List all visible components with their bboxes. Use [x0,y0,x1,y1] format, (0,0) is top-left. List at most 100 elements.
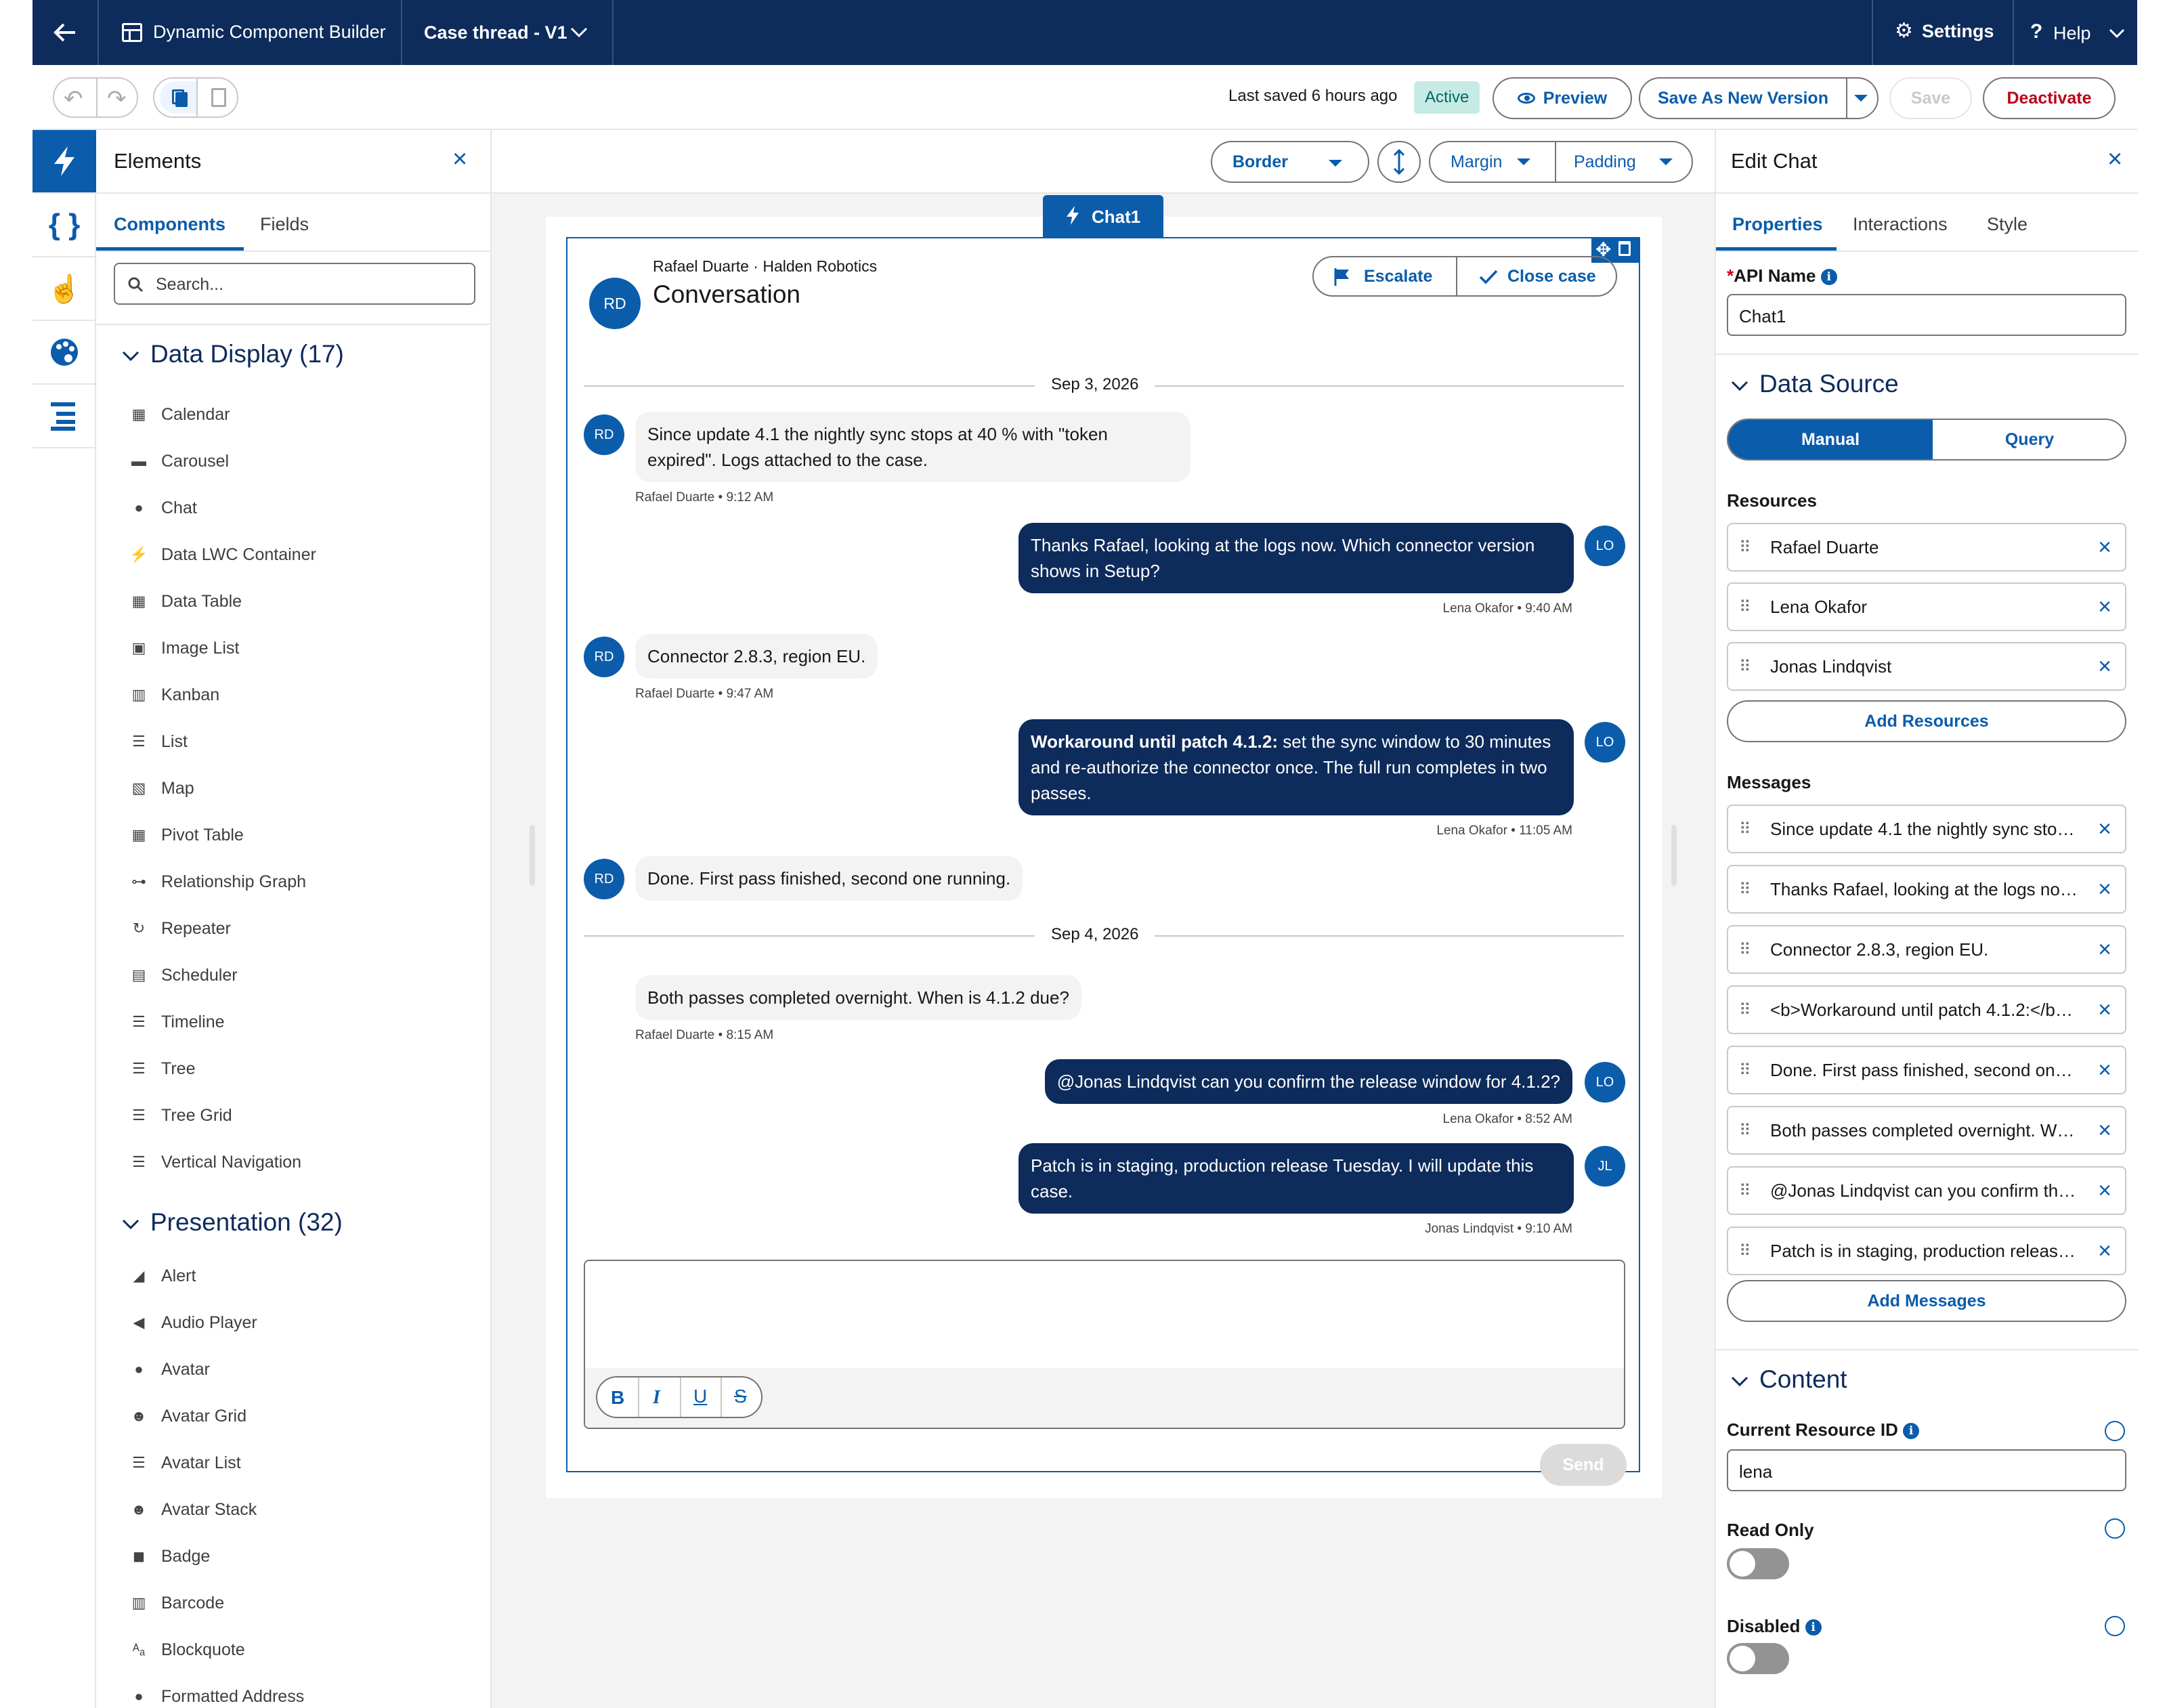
spacing-toggle[interactable] [1377,141,1421,183]
section-presentation[interactable]: Presentation (32) [96,1203,490,1243]
drag-handle-icon[interactable]: ⠿ [1739,880,1751,899]
remove-icon[interactable]: × [2098,987,2111,1033]
remove-icon[interactable]: × [2098,806,2111,852]
close-icon[interactable]: × [2107,145,2122,174]
component-item[interactable]: Audio Player [161,1309,257,1336]
back-button[interactable] [33,0,98,65]
paste-icon[interactable] [211,88,226,107]
remove-icon[interactable]: × [2098,1047,2111,1093]
rail-interactions[interactable]: ☝ [33,257,96,321]
component-item[interactable]: Tree [161,1055,195,1082]
drag-handle-icon[interactable]: ⠿ [1739,1241,1751,1261]
escalate-button[interactable]: Escalate [1314,257,1456,295]
deactivate-button[interactable]: Deactivate [1983,77,2116,119]
message-row[interactable]: ⠿ Since update 4.1 the nightly sync stops… [1727,805,2126,853]
drag-handle-right[interactable] [1671,825,1677,886]
component-item[interactable]: Data Table [161,588,242,615]
save-as-new-version-button[interactable]: Save As New Version [1639,77,1879,119]
undo-icon[interactable]: ↶ [64,85,83,112]
rail-variables[interactable]: { } [33,194,96,257]
drag-handle-icon[interactable]: ⠿ [1739,1181,1751,1201]
disabled-toggle[interactable] [1727,1643,1789,1674]
component-item[interactable]: Avatar [161,1356,210,1383]
message-row[interactable]: ⠿ Connector 2.8.3, region EU. × [1727,925,2126,974]
add-resources-button[interactable]: Add Resources [1727,700,2126,742]
component-item[interactable]: Avatar List [161,1449,241,1476]
message-row[interactable]: ⠿ Patch is in staging, production release… [1727,1226,2126,1275]
drag-handle-icon[interactable]: ⠿ [1739,940,1751,960]
read-only-toggle[interactable] [1727,1548,1789,1579]
component-item[interactable]: Pivot Table [161,821,244,849]
chat-component[interactable]: ✥ RD Rafael Duarte · Halden Robotics Con… [566,237,1640,1486]
remove-icon[interactable]: × [2098,866,2111,912]
strikethrough-icon[interactable]: S [734,1386,747,1407]
send-button[interactable]: Send [1540,1444,1627,1486]
drag-handle-icon[interactable]: ⠿ [1739,1000,1751,1020]
remove-icon[interactable]: × [2098,1168,2111,1214]
search-input[interactable]: Search... [114,263,475,305]
component-tab[interactable]: Chat1 [1043,195,1163,237]
tab-style[interactable]: Style [1972,194,2053,251]
rail-components[interactable] [33,130,96,194]
component-item[interactable]: Barcode [161,1589,224,1617]
drag-handle-icon[interactable]: ⠿ [1739,1121,1751,1140]
component-item[interactable]: Avatar Grid [161,1403,246,1430]
drag-handle-icon[interactable]: ⠿ [1739,597,1751,617]
component-item[interactable]: Calendar [161,401,230,428]
close-icon[interactable]: × [452,145,467,174]
remove-icon[interactable]: × [2098,1228,2111,1274]
component-item[interactable]: Avatar Stack [161,1496,257,1523]
component-item[interactable]: Blockquote [161,1636,245,1663]
component-item[interactable]: Scheduler [161,962,238,989]
underline-icon[interactable]: U [693,1386,707,1407]
message-row[interactable]: ⠿ Both passes completed overnight. When i… [1727,1106,2126,1155]
message-row[interactable]: ⠿ Done. First pass finished, second one r… [1727,1046,2126,1094]
reset-icon[interactable] [2105,1518,2125,1539]
reset-icon[interactable] [2105,1421,2125,1441]
component-item[interactable]: Chat [161,494,197,521]
drag-handle-icon[interactable]: ⠿ [1739,1061,1751,1080]
component-item[interactable]: Alert [161,1262,196,1289]
drag-handle-icon[interactable]: ⠿ [1739,538,1751,557]
remove-icon[interactable]: × [2098,1107,2111,1153]
bold-icon[interactable]: B [611,1387,624,1409]
settings-button[interactable]: ⚙ Settings [1873,0,2013,65]
tab-interactions[interactable]: Interactions [1837,194,1972,251]
remove-icon[interactable]: × [2098,524,2111,570]
padding-dropdown[interactable]: Padding [1556,142,1692,182]
rail-layers[interactable] [33,385,96,448]
component-item[interactable]: Relationship Graph [161,868,306,895]
section-data-display[interactable]: Data Display (17) [96,335,490,375]
component-item[interactable]: Tree Grid [161,1102,232,1129]
remove-icon[interactable]: × [2098,926,2111,973]
component-item[interactable]: Data LWC Container [161,541,316,568]
help-button[interactable]: ? Help [2014,0,2137,65]
component-item[interactable]: Kanban [161,681,219,708]
source-query[interactable]: Query [1933,420,2125,459]
add-messages-button[interactable]: Add Messages [1727,1280,2126,1322]
message-row[interactable]: ⠿ <b>Workaround until patch 4.1.2:</b> se… [1727,985,2126,1034]
rail-styles[interactable] [33,321,96,385]
remove-icon[interactable]: × [2098,584,2111,630]
message-row[interactable]: ⠿ @Jonas Lindqvist can you confirm the re… [1727,1166,2126,1215]
component-item[interactable]: Repeater [161,915,231,942]
section-content[interactable]: Content [1716,1360,2139,1401]
current-resource-input[interactable]: lena [1727,1449,2126,1491]
trash-icon[interactable] [1618,241,1631,256]
component-item[interactable]: Image List [161,635,239,662]
section-data-source[interactable]: Data Source [1716,364,2139,405]
border-dropdown[interactable]: Border [1211,141,1369,183]
chevron-down-icon[interactable] [1854,95,1868,103]
component-item[interactable]: List [161,728,188,755]
component-item[interactable]: Map [161,775,194,802]
remove-icon[interactable]: × [2098,643,2111,689]
resource-row[interactable]: ⠿ Rafael Duarte × [1727,523,2126,572]
resource-row[interactable]: ⠿ Jonas Lindqvist × [1727,642,2126,691]
component-item[interactable]: Badge [161,1543,210,1570]
copy-icon[interactable] [160,81,196,114]
redo-icon[interactable]: ↷ [107,85,127,112]
message-composer[interactable]: B I U S [584,1260,1625,1429]
component-item[interactable]: Carousel [161,448,229,475]
component-item[interactable]: Formatted Address [161,1683,304,1708]
drag-handle-icon[interactable]: ⠿ [1739,657,1751,677]
